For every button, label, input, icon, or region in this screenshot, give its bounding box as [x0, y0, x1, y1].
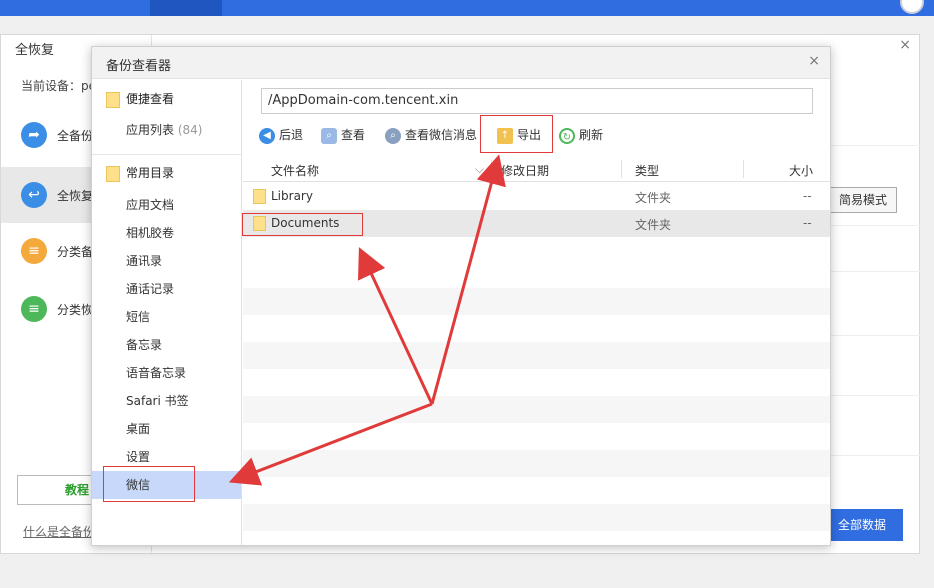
file-size: -- [803, 216, 812, 230]
group-common-directories[interactable]: 常用目录 [106, 164, 174, 182]
view-button[interactable]: ⌕ 查看 [321, 124, 365, 146]
sidebar-item-label: Safari 书签 [126, 394, 189, 408]
sidebar-item-camera-roll[interactable]: 相机胶卷 [92, 219, 241, 247]
file-type: 文件夹 [635, 191, 672, 205]
annotation-box-wechat [103, 466, 195, 502]
file-name: Library [271, 189, 313, 203]
device-label: 当前设备：pe [21, 79, 97, 93]
sidebar-item-label: 桌面 [126, 422, 151, 436]
magnifier-document-icon: ⌕ [321, 127, 337, 144]
sidebar-item-call-history[interactable]: 通话记录 [92, 275, 241, 303]
refresh-icon: ↻ [559, 127, 575, 144]
column-divider[interactable] [491, 160, 492, 178]
sidebar-item-label: 备忘录 [126, 338, 163, 352]
sidebar-item-label: 全备份 [57, 129, 94, 143]
sidebar-item-sms[interactable]: 短信 [92, 303, 241, 331]
avatar[interactable] [900, 0, 924, 14]
divider [92, 154, 241, 155]
category-backup-icon: ≡ [21, 238, 47, 264]
group-quick-view[interactable]: 便捷查看 [106, 90, 174, 108]
dialog-title: 备份查看器 [106, 59, 172, 74]
backup-viewer-dialog: 备份查看器 × 便捷查看 应用列表 (84) 常用目录 应用文档 相机胶卷 通讯… [91, 46, 831, 546]
table-header: 文件名称 ⌵ 修改日期 类型 大小 [243, 156, 830, 182]
top-navigation-bar [0, 0, 934, 16]
button-label: 查看 [341, 128, 366, 142]
sidebar-item-label: 通话记录 [126, 282, 175, 296]
back-arrow-icon: ◀ [259, 127, 275, 144]
button-label: 刷新 [579, 128, 604, 142]
divider [831, 145, 921, 146]
sidebar-item-label: 分类备 [57, 245, 94, 259]
sidebar-item-label: 通讯录 [126, 254, 163, 268]
file-size: -- [803, 189, 812, 203]
empty-row-stripe [243, 504, 830, 531]
backup-arrow-icon: ➦ [21, 122, 47, 148]
view-wechat-messages-button[interactable]: ⌕ 查看微信消息 [385, 124, 477, 146]
sidebar-item-label: 全恢复 [57, 189, 94, 203]
app-count-badge: (84) [177, 123, 203, 137]
sidebar-item-desktop[interactable]: 桌面 [92, 415, 241, 443]
sidebar-item-label: 语音备忘录 [126, 366, 187, 380]
empty-row-stripe [243, 450, 830, 477]
simple-mode-button[interactable]: 简易模式 [829, 187, 897, 213]
divider [831, 225, 921, 226]
empty-row-stripe [243, 288, 830, 315]
background-close-icon[interactable]: × [899, 37, 911, 53]
button-label: 查看微信消息 [405, 128, 478, 142]
group-label: 便捷查看 [126, 92, 175, 106]
refresh-button[interactable]: ↻ 刷新 [559, 124, 603, 146]
all-data-button[interactable]: 全部数据 [821, 509, 903, 541]
background-window-title: 全恢复 [15, 43, 55, 58]
empty-row-stripe [243, 396, 830, 423]
top-tab-active[interactable] [150, 0, 222, 16]
group-label: 常用目录 [126, 166, 175, 180]
file-type: 文件夹 [635, 218, 672, 232]
sidebar-item-label: 应用文档 [126, 198, 175, 212]
folder-icon [106, 91, 120, 108]
back-button[interactable]: ◀ 后退 [259, 124, 303, 146]
sidebar-item-notes[interactable]: 备忘录 [92, 331, 241, 359]
category-restore-icon: ≡ [21, 296, 47, 322]
divider [831, 455, 921, 456]
folder-icon [106, 165, 120, 182]
sidebar-item-label: 设置 [126, 450, 151, 464]
sidebar-item-contacts[interactable]: 通讯录 [92, 247, 241, 275]
close-icon[interactable]: × [808, 53, 820, 69]
annotation-box-export [480, 115, 553, 153]
divider [831, 395, 921, 396]
dialog-title-bar: 备份查看器 × [92, 47, 830, 79]
chevron-down-icon[interactable]: ⌵ [475, 162, 484, 177]
sidebar-item-voice-memos[interactable]: 语音备忘录 [92, 359, 241, 387]
annotation-box-documents [242, 213, 363, 236]
sidebar-item-label: 相机胶卷 [126, 226, 175, 240]
column-header-size[interactable]: 大小 [789, 162, 813, 179]
sidebar-item-label: 分类恢 [57, 303, 94, 317]
button-label: 后退 [279, 128, 304, 142]
column-divider[interactable] [743, 160, 744, 178]
sidebar-item-safari-bookmarks[interactable]: Safari 书签 [92, 387, 241, 415]
column-header-type[interactable]: 类型 [635, 162, 659, 179]
folder-icon [253, 189, 266, 204]
column-header-modified[interactable]: 修改日期 [501, 162, 549, 179]
column-header-name[interactable]: 文件名称 [271, 162, 319, 179]
sidebar-item-label: 短信 [126, 310, 151, 324]
divider [831, 335, 921, 336]
search-icon: ⌕ [385, 127, 401, 144]
sidebar-item-app-list[interactable]: 应用列表 (84) [92, 116, 241, 144]
table-row[interactable]: Library 文件夹 -- [243, 183, 830, 210]
column-divider[interactable] [621, 160, 622, 178]
sidebar-item-label: 应用列表 [126, 123, 175, 137]
restore-arrow-icon: ↩ [21, 182, 47, 208]
what-is-full-backup-link[interactable]: 什么是全备份 [23, 523, 95, 540]
empty-row-stripe [243, 342, 830, 369]
path-field[interactable]: /AppDomain-com.tencent.xin [261, 88, 813, 114]
divider [831, 271, 921, 272]
sidebar-item-app-documents[interactable]: 应用文档 [92, 191, 241, 219]
